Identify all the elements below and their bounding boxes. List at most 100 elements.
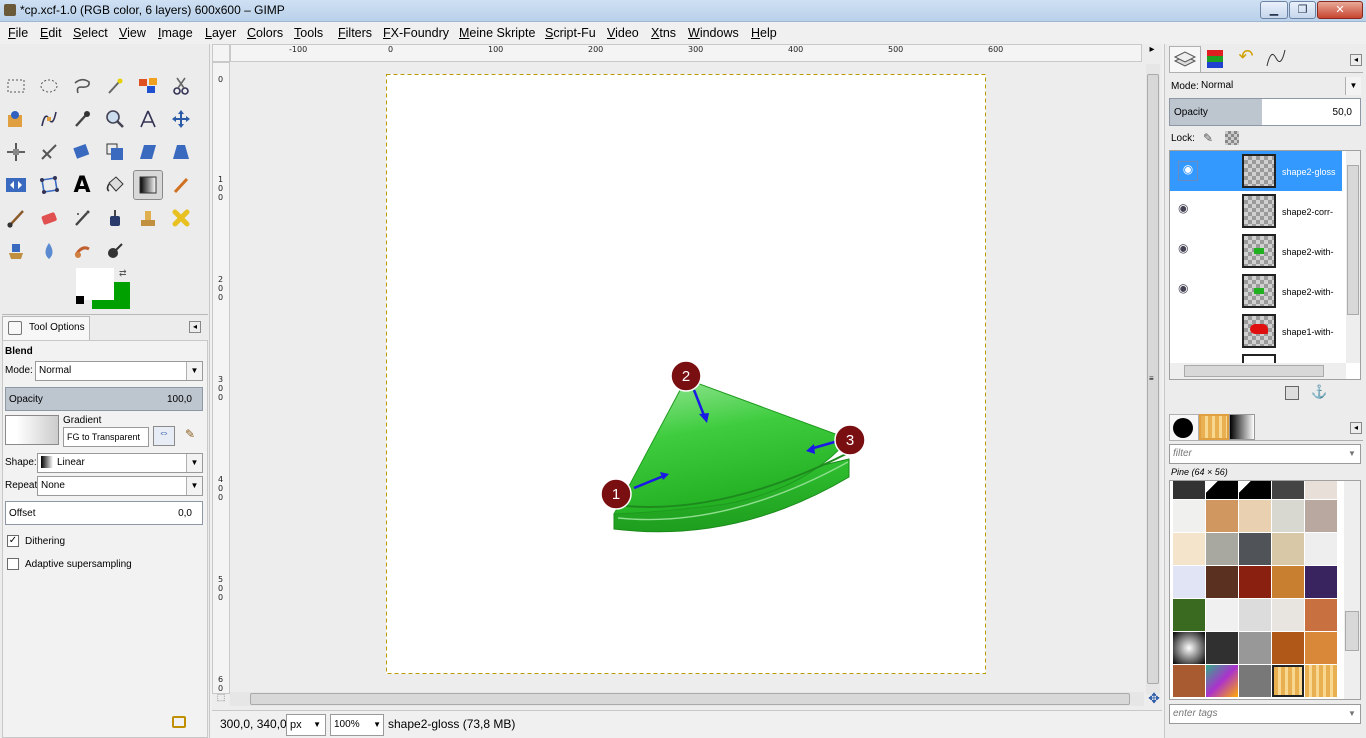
menu-windows[interactable]: Windows — [688, 26, 739, 40]
heal-icon[interactable] — [166, 203, 196, 233]
cage-transform-icon[interactable] — [34, 170, 64, 200]
layer-mode-select[interactable]: Normal ▼ — [1201, 77, 1361, 97]
layer-name[interactable]: shape2-with- — [1282, 247, 1334, 257]
rect-select-icon[interactable] — [1, 71, 31, 101]
layer-name[interactable]: shape1-with- — [1282, 327, 1334, 337]
unit-select[interactable]: px ▼ — [286, 714, 326, 736]
perspective-clone-icon[interactable] — [1, 236, 31, 266]
pattern-swatch[interactable] — [1239, 599, 1271, 631]
pattern-swatch[interactable] — [1239, 533, 1271, 565]
pattern-swatch[interactable] — [1206, 533, 1238, 565]
patterns-scroll-thumb[interactable] — [1345, 611, 1359, 651]
measure-icon[interactable] — [133, 104, 163, 134]
tab-tool-options[interactable]: Tool Options — [2, 316, 90, 340]
blend-icon[interactable] — [133, 170, 163, 200]
menu-colors[interactable]: Colors — [247, 26, 283, 40]
pattern-filter-input[interactable]: filter ▼ — [1169, 444, 1361, 464]
reverse-gradient-icon[interactable]: ⇔ — [153, 426, 175, 446]
pattern-swatch[interactable] — [1239, 632, 1271, 664]
menu-image[interactable]: Image — [158, 26, 193, 40]
foreground-select-icon[interactable] — [1, 104, 31, 134]
pattern-swatch-selected[interactable] — [1272, 665, 1304, 697]
menu-file[interactable]: File — [8, 26, 28, 40]
text-icon[interactable]: A — [67, 170, 97, 200]
ellipse-select-icon[interactable] — [34, 71, 64, 101]
ink-icon[interactable] — [100, 203, 130, 233]
select-by-color-icon[interactable] — [133, 71, 163, 101]
move-icon[interactable] — [166, 104, 196, 134]
adaptive-supersampling-checkbox[interactable] — [7, 558, 19, 570]
pattern-swatch[interactable] — [1206, 665, 1238, 697]
pattern-swatch[interactable] — [1173, 599, 1205, 631]
tab-patterns[interactable] — [1199, 414, 1229, 440]
edit-gradient-icon[interactable]: ✎ — [185, 427, 201, 443]
layers-h-scrollbar[interactable] — [1170, 363, 1346, 379]
fuzzy-select-icon[interactable] — [100, 71, 130, 101]
tab-layers[interactable] — [1169, 46, 1201, 72]
offset-slider[interactable]: Offset 0,0 — [5, 501, 203, 525]
eye-icon[interactable]: ◉ — [1178, 161, 1198, 181]
menu-help[interactable]: Help — [751, 26, 777, 40]
swap-colors-icon[interactable]: ⇄ — [119, 268, 130, 279]
layers-h-scroll-thumb[interactable] — [1184, 365, 1324, 377]
image-canvas[interactable]: 1 2 3 — [386, 74, 986, 676]
navigate-icon[interactable]: ✥ — [1146, 690, 1162, 706]
configure-tab-icon[interactable]: ◂ — [1350, 54, 1362, 66]
blur-icon[interactable] — [34, 236, 64, 266]
layers-scroll-thumb[interactable] — [1347, 165, 1359, 315]
dithering-checkbox[interactable]: ✓ — [7, 535, 19, 547]
menu-meine-skripte[interactable]: Meine Skripte — [459, 26, 535, 40]
reset-tool-options-icon[interactable] — [172, 716, 186, 728]
patterns-scrollbar[interactable] — [1344, 481, 1360, 699]
pattern-swatch[interactable] — [1206, 632, 1238, 664]
pattern-swatch[interactable] — [1206, 500, 1238, 532]
pattern-swatch[interactable] — [1206, 566, 1238, 598]
menu-layer[interactable]: Layer — [205, 26, 236, 40]
gradient-name-field[interactable]: FG to Transparent — [63, 427, 149, 447]
tab-undo-icon[interactable]: ↶ — [1231, 46, 1261, 72]
lock-alpha-icon[interactable] — [1225, 131, 1239, 145]
pattern-swatch[interactable] — [1305, 665, 1337, 697]
crop-icon[interactable] — [34, 137, 64, 167]
pattern-swatch[interactable] — [1305, 566, 1337, 598]
pattern-swatch[interactable] — [1305, 500, 1337, 532]
lock-pixels-icon[interactable]: ✎ — [1203, 131, 1217, 145]
pattern-swatch[interactable] — [1272, 481, 1304, 499]
pattern-swatch[interactable] — [1272, 566, 1304, 598]
pattern-swatch[interactable] — [1173, 566, 1205, 598]
tab-channels[interactable] — [1201, 46, 1231, 72]
mode-select[interactable]: Normal ▼ — [35, 361, 203, 381]
menu-xtns[interactable]: Xtns — [651, 26, 676, 40]
rotate-icon[interactable] — [67, 137, 97, 167]
pattern-swatch[interactable] — [1239, 665, 1271, 697]
pattern-swatch[interactable] — [1305, 599, 1337, 631]
duplicate-layer-icon[interactable] — [1285, 386, 1299, 400]
maximize-button[interactable]: ❐ — [1289, 1, 1316, 19]
pattern-swatch[interactable] — [1173, 533, 1205, 565]
eye-icon[interactable]: ◉ — [1178, 241, 1188, 255]
pattern-swatch[interactable] — [1173, 500, 1205, 532]
menu-arrow-icon[interactable]: ▸ — [1142, 44, 1162, 62]
pattern-swatch[interactable] — [1206, 481, 1238, 499]
horizontal-scroll-thumb[interactable] — [250, 693, 1130, 705]
menu-select[interactable]: Select — [73, 26, 108, 40]
configure-tab-icon[interactable]: ◂ — [189, 321, 201, 333]
menu-edit[interactable]: Edit — [40, 26, 62, 40]
minimize-button[interactable]: ▁ — [1260, 1, 1288, 19]
pattern-swatch[interactable] — [1272, 500, 1304, 532]
anchor-layer-icon[interactable]: ⚓ — [1311, 384, 1327, 400]
vertical-scrollbar[interactable]: ≡ — [1146, 64, 1160, 694]
menu-tools[interactable]: Tools — [294, 26, 323, 40]
bucket-fill-icon[interactable] — [100, 170, 130, 200]
layer-opacity-slider[interactable]: Opacity 50,0 — [1169, 98, 1361, 126]
eye-icon[interactable]: ◉ — [1178, 201, 1188, 215]
pencil-icon[interactable] — [166, 170, 196, 200]
pattern-swatch[interactable] — [1173, 632, 1205, 664]
eye-icon[interactable]: ◉ — [1178, 281, 1188, 295]
default-colors-icon[interactable] — [76, 296, 84, 304]
tab-gradients[interactable] — [1229, 414, 1255, 440]
layer-name[interactable]: shape2-with- — [1282, 287, 1334, 297]
configure-tab-icon[interactable]: ◂ — [1350, 422, 1362, 434]
pattern-swatch[interactable] — [1239, 500, 1271, 532]
eraser-icon[interactable] — [34, 203, 64, 233]
